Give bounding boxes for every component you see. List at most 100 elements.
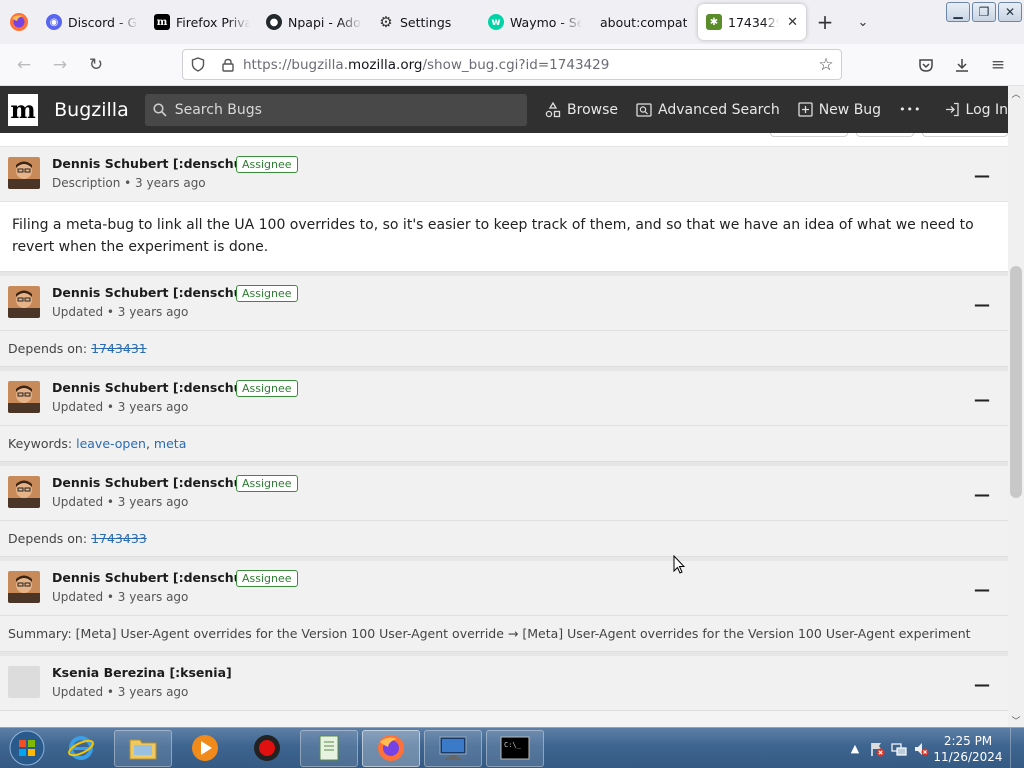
comment-author[interactable]: Dennis Schubert [:denschub] <box>52 570 257 585</box>
tab-label: 1743429 - <box>728 14 780 30</box>
comment-author[interactable]: Dennis Schubert [:denschub] <box>52 156 257 171</box>
tab-settings[interactable]: ⚙ Settings <box>370 0 480 44</box>
forward-arrow-icon[interactable]: → <box>42 49 78 81</box>
close-tab-icon[interactable]: ✕ <box>787 15 798 30</box>
search-bugs-input[interactable]: Search Bugs <box>144 93 528 126</box>
comment-author[interactable]: Ksenia Berezina [:ksenia] <box>52 665 232 680</box>
internet-explorer-icon[interactable] <box>52 730 110 767</box>
restore-window-button[interactable]: ❐ <box>972 2 996 22</box>
close-window-button[interactable]: ✕ <box>998 2 1022 22</box>
tab-firefox-privacy[interactable]: m Firefox Privac <box>146 0 258 44</box>
bugzilla-title[interactable]: Bugzilla <box>54 99 129 121</box>
collapse-comment-button[interactable]: — <box>974 390 990 409</box>
network-icon[interactable] <box>888 741 910 757</box>
url-bar[interactable]: https://bugzilla.mozilla.org/show_bug.cg… <box>182 49 842 80</box>
avatar[interactable] <box>8 571 40 603</box>
tab-github-npapi[interactable]: ● Npapi - Adol <box>258 0 370 44</box>
tab-bugzilla-active[interactable]: ✱ 1743429 - ✕ <box>698 4 806 40</box>
taskbar-clock[interactable]: 2:25 PM 11/26/2024 <box>932 733 1004 765</box>
collapse-comment-button[interactable]: — <box>974 580 990 599</box>
search-placeholder: Search Bugs <box>174 101 262 118</box>
back-arrow-icon[interactable]: ← <box>6 49 42 81</box>
url-text[interactable]: https://bugzilla.mozilla.org/show_bug.cg… <box>243 57 811 73</box>
avatar[interactable] <box>8 157 40 189</box>
bookmark-star-icon[interactable]: ☆ <box>811 55 841 75</box>
scrollbar-thumb[interactable] <box>1010 266 1022 498</box>
advanced-search-link[interactable]: Advanced Search <box>636 102 780 118</box>
screen-recorder-icon[interactable] <box>238 730 296 767</box>
tracking-protection-shield-icon[interactable] <box>183 57 213 72</box>
downloads-icon[interactable] <box>944 49 980 81</box>
assignee-badge: Assignee <box>236 285 298 302</box>
minimize-window-button[interactable]: ▁ <box>946 2 970 22</box>
avatar[interactable] <box>8 286 40 318</box>
remote-desktop-icon[interactable] <box>424 729 482 767</box>
collapse-comment-button[interactable]: — <box>974 675 990 694</box>
login-arrow-icon <box>944 102 960 117</box>
keyword-link[interactable]: leave-open <box>76 436 146 451</box>
comment-meta: Updated • 3 years ago <box>52 685 189 699</box>
scroll-up-arrow-icon[interactable]: ︿ <box>1008 86 1024 100</box>
comment-header: Dennis Schubert [:denschub] Assignee Upd… <box>0 561 1008 615</box>
pocket-icon[interactable] <box>908 49 944 81</box>
reload-icon[interactable]: ↻ <box>78 49 114 81</box>
avatar[interactable] <box>8 476 40 508</box>
windows-taskbar: C:\_ ▲ 2:25 PM 11/26/2024 <box>0 727 1024 768</box>
comment-meta: Updated • 3 years ago <box>52 590 189 604</box>
assignee-badge: Assignee <box>236 475 298 492</box>
collapse-comment-button[interactable]: — <box>974 485 990 504</box>
bug-link[interactable]: 1743433 <box>91 531 147 546</box>
bugzilla-bug-icon: ✱ <box>706 14 722 30</box>
comment-header: Dennis Schubert [:denschub] Assignee Upd… <box>0 466 1008 520</box>
bug-link[interactable]: 1743431 <box>91 341 147 356</box>
document-app-icon[interactable] <box>300 729 358 767</box>
list-all-tabs-chevron-icon[interactable]: ⌄ <box>844 0 882 44</box>
tab-label: Waymo - Sel <box>510 14 582 30</box>
advanced-search-label: Advanced Search <box>658 101 780 118</box>
hidden-toolbar-button[interactable] <box>922 133 1008 137</box>
comment-author[interactable]: Dennis Schubert [:denschub] <box>52 285 257 300</box>
scroll-down-arrow-icon[interactable]: ﹀ <box>1008 713 1024 727</box>
firefox-taskbar-icon[interactable] <box>362 729 420 767</box>
media-player-icon[interactable] <box>176 730 234 767</box>
comment-header: Ksenia Berezina [:ksenia] Updated • 3 ye… <box>0 656 1008 710</box>
hamburger-menu-icon[interactable]: ≡ <box>980 49 1016 81</box>
volume-muted-icon[interactable] <box>910 741 932 757</box>
default-avatar[interactable] <box>8 666 40 698</box>
comment-meta: Updated • 3 years ago <box>52 305 189 319</box>
browse-label: Browse <box>567 101 618 118</box>
comment-author[interactable]: Dennis Schubert [:denschub] <box>52 380 257 395</box>
tab-discord[interactable]: ◉ Discord - Gro <box>38 0 146 44</box>
browse-link[interactable]: Browse <box>545 101 618 118</box>
toolbar-remnant <box>0 133 1008 147</box>
login-link[interactable]: Log In <box>944 102 1008 118</box>
more-menu-button[interactable]: ••• <box>899 103 921 116</box>
page-scrollbar[interactable]: ︿ ﹀ <box>1008 86 1024 727</box>
collapse-comment-button[interactable]: — <box>974 295 990 314</box>
show-desktop-button[interactable] <box>1010 728 1024 768</box>
hidden-toolbar-button[interactable] <box>770 133 848 137</box>
show-hidden-icons-chevron-icon[interactable]: ▲ <box>844 742 866 755</box>
file-explorer-icon[interactable] <box>114 729 172 767</box>
new-tab-button[interactable]: + <box>806 0 844 44</box>
tab-label: Settings <box>400 14 452 30</box>
lock-icon[interactable] <box>213 58 243 72</box>
command-prompt-icon[interactable]: C:\_ <box>486 729 544 767</box>
firefox-menu-icon[interactable] <box>0 0 38 44</box>
action-center-flag-icon[interactable] <box>866 741 888 757</box>
comment-header: Dennis Schubert [:denschub] Assignee Upd… <box>0 276 1008 330</box>
comment-author[interactable]: Dennis Schubert [:denschub] <box>52 475 257 490</box>
tab-label: Firefox Privac <box>176 14 250 30</box>
avatar[interactable] <box>8 381 40 413</box>
hidden-toolbar-button[interactable] <box>856 133 914 137</box>
start-button[interactable] <box>6 728 48 768</box>
collapse-comment-button[interactable]: — <box>974 166 990 185</box>
change-row: Depends on: 1743431 <box>0 330 1008 366</box>
change-row: Keywords: leave-open, meta <box>0 425 1008 461</box>
tab-waymo[interactable]: w Waymo - Sel <box>480 0 590 44</box>
new-bug-link[interactable]: New Bug <box>798 102 881 118</box>
tab-about-compat[interactable]: about:compat <box>590 0 698 44</box>
mozilla-logo-icon[interactable]: m <box>8 93 39 126</box>
keyword-link[interactable]: meta <box>154 436 186 451</box>
separator: , <box>145 436 154 451</box>
